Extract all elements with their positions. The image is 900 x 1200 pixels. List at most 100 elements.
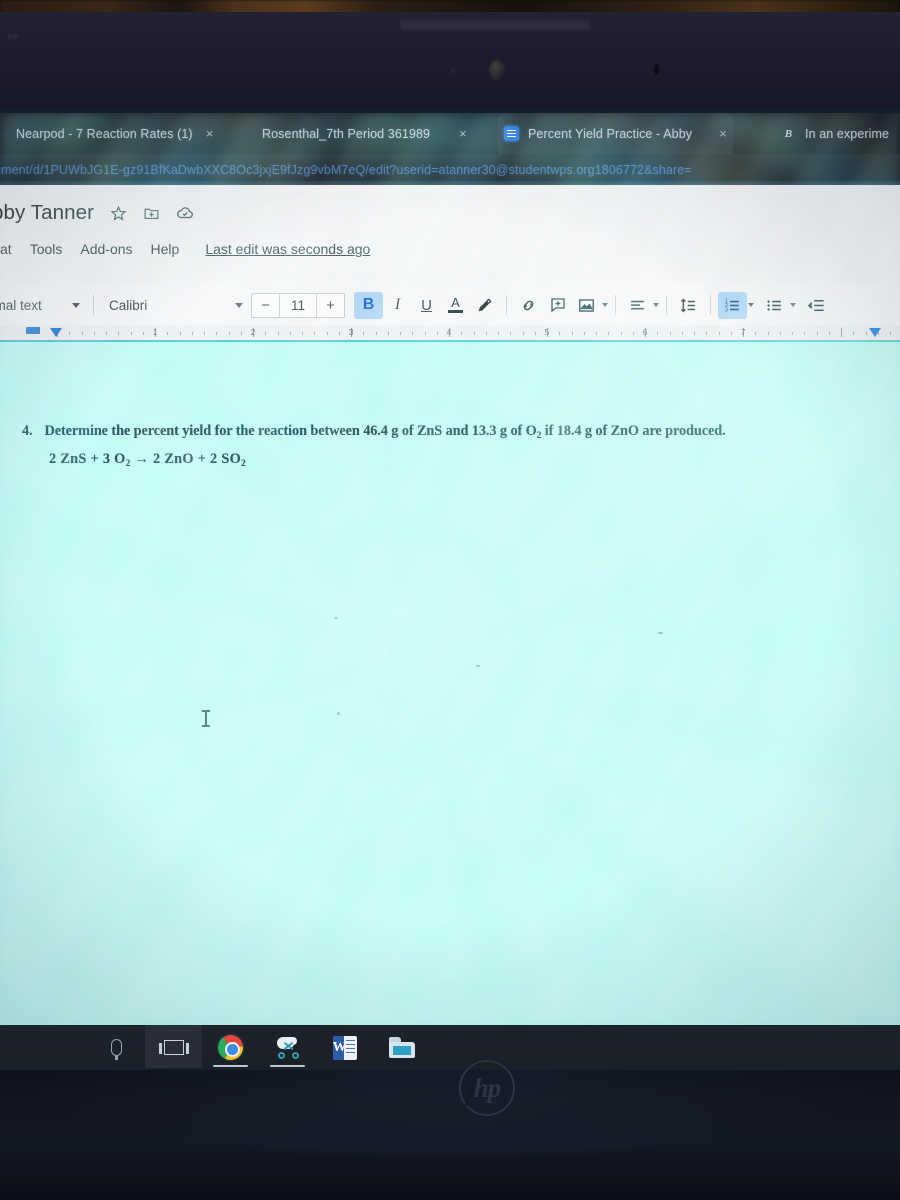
ruler-tick (583, 332, 585, 335)
tab-label: Percent Yield Practice - Abby (528, 126, 693, 141)
toolbar-separator (666, 295, 667, 315)
bezel-sensor-dot (654, 64, 659, 75)
docs-menu-bar: at Tools Add-ons Help Last edit was seco… (0, 241, 370, 257)
ruler-number: 1 (152, 327, 158, 337)
close-icon[interactable]: × (206, 126, 214, 141)
comment-plus-icon[interactable] (543, 292, 572, 319)
ruler-tick (400, 332, 401, 335)
ruler-tick (571, 332, 573, 335)
tab-label: In an experime (805, 126, 890, 141)
docs-ruler[interactable]: 1 2 3 4 5 6 7 (0, 325, 900, 341)
font-family-dropdown[interactable]: Calibri (101, 291, 251, 319)
paragraph-style-dropdown[interactable]: rmal text (0, 291, 86, 319)
ruler-number: 5 (544, 327, 550, 337)
close-icon[interactable]: × (719, 126, 727, 141)
chevron-down-icon[interactable] (602, 303, 608, 307)
ruler-tick (608, 332, 610, 335)
italic-button[interactable]: I (383, 292, 412, 319)
browser-tab-nearpod[interactable]: Nearpod - 7 Reaction Rates (1) × (0, 113, 219, 154)
browser-tab-bar: Nearpod - 7 Reaction Rates (1) × Rosenth… (0, 113, 900, 154)
last-edit-status[interactable]: Last edit was seconds ago (205, 241, 370, 257)
ruler-tick (485, 332, 487, 335)
link-icon[interactable] (514, 292, 543, 319)
menu-item-tools[interactable]: Tools (30, 241, 63, 257)
ruler-tick (694, 332, 695, 335)
chemical-equation: 2 ZnS + 3 O2 → 2 ZnO + 2 SO2 (49, 448, 892, 473)
ruler-tick (669, 332, 671, 335)
question-text-part-2: if 18.4 g of ZnO are produced. (541, 423, 726, 439)
ruler-tick (596, 332, 597, 335)
font-size-increase-button[interactable]: + (317, 294, 344, 317)
ruler-tick (841, 328, 842, 337)
document-body[interactable]: 4. Determine the percent yield for the r… (22, 420, 892, 473)
right-indent-triangle[interactable] (869, 328, 881, 337)
ruler-tick (755, 332, 757, 335)
image-icon[interactable] (572, 292, 601, 319)
taskbar-item-chrome[interactable] (202, 1025, 259, 1070)
ruler-tick (804, 332, 806, 335)
question-number: 4. (22, 423, 33, 439)
font-size-input[interactable]: 11 (279, 293, 317, 317)
chevron-down-icon[interactable] (748, 303, 754, 307)
microphone-icon (111, 1039, 122, 1060)
bulleted-list-icon[interactable] (760, 292, 789, 319)
ruler-tick (681, 332, 683, 335)
left-indent-triangle[interactable] (50, 328, 62, 337)
ruler-tick (730, 332, 732, 335)
chevron-down-icon[interactable] (790, 303, 796, 307)
ruler-tick (179, 332, 181, 335)
ruler-tick (853, 332, 855, 335)
close-icon[interactable]: × (459, 126, 467, 141)
dust-speck (334, 617, 338, 619)
browser-tab-brainly[interactable]: B In an experime (775, 113, 895, 154)
ruler-tick (228, 332, 230, 335)
browser-tab-rosenthal[interactable]: Rosenthal_7th Period 361989 × (256, 113, 473, 154)
browser-tab-percent-yield-practice[interactable]: Percent Yield Practice - Abby × (498, 113, 733, 154)
font-size-stepper[interactable]: − 11 + (251, 292, 345, 318)
bold-button[interactable]: B (354, 291, 383, 319)
ruler-tick (865, 332, 867, 335)
text-cursor-icon (202, 710, 210, 727)
cloud-saved-icon[interactable] (176, 204, 194, 222)
taskbar-item-task-view[interactable] (145, 1025, 202, 1070)
underline-button[interactable]: U (412, 292, 441, 319)
laptop-bezel-top: HP (0, 12, 900, 114)
ruler-tick (706, 332, 708, 335)
bezel-notch (400, 20, 590, 30)
url-text[interactable]: ument/d/1PUWbJG1E-gz91BfKaDwbXXC8Oc3jxjE… (0, 163, 692, 177)
left-margin-bar[interactable] (26, 327, 40, 334)
equation-subscript-2: 2 (241, 459, 247, 469)
taskbar-item-snipping-tool[interactable] (259, 1025, 316, 1070)
text-color-button[interactable]: A (441, 292, 470, 319)
ruler-tick (498, 332, 499, 335)
taskbar-item-word[interactable]: W (316, 1025, 373, 1070)
move-to-folder-icon[interactable] (143, 205, 160, 222)
ruler-tick (289, 332, 291, 335)
browser-url-bar[interactable]: ument/d/1PUWbJG1E-gz91BfKaDwbXXC8Oc3jxjE… (0, 154, 900, 185)
google-chrome-icon (218, 1035, 243, 1060)
document-page[interactable]: 4. Determine the percent yield for the r… (0, 342, 900, 1025)
star-icon[interactable] (110, 205, 127, 222)
menu-item-add-ons[interactable]: Add-ons (80, 241, 132, 257)
align-left-icon[interactable] (623, 292, 652, 319)
paragraph-style-value: rmal text (0, 297, 42, 313)
chevron-down-icon[interactable] (653, 303, 659, 307)
taskbar-item-microphone[interactable] (88, 1025, 145, 1070)
menu-item-format[interactable]: at (0, 241, 12, 257)
ruler-tick (216, 332, 218, 335)
numbered-list-icon[interactable]: 1 2 3 (718, 291, 747, 319)
webcam-icon (489, 60, 505, 80)
taskbar-item-file-explorer[interactable] (373, 1025, 430, 1070)
line-spacing-icon[interactable] (674, 292, 703, 319)
font-size-decrease-button[interactable]: − (252, 294, 279, 317)
document-title[interactable]: bby Tanner (0, 201, 94, 225)
ruler-tick (118, 332, 120, 335)
menu-item-help[interactable]: Help (151, 241, 180, 257)
decrease-indent-icon[interactable] (802, 292, 831, 319)
highlight-pen-icon[interactable] (470, 292, 499, 319)
google-docs-app: bby Tanner at Tools Add-ons Help Last ed… (0, 185, 900, 1025)
ruler-tick (816, 332, 818, 335)
equation-part-1: 2 ZnS + 3 O (49, 451, 126, 467)
question-4: 4. Determine the percent yield for the r… (22, 420, 892, 445)
ruler-tick (375, 332, 377, 335)
